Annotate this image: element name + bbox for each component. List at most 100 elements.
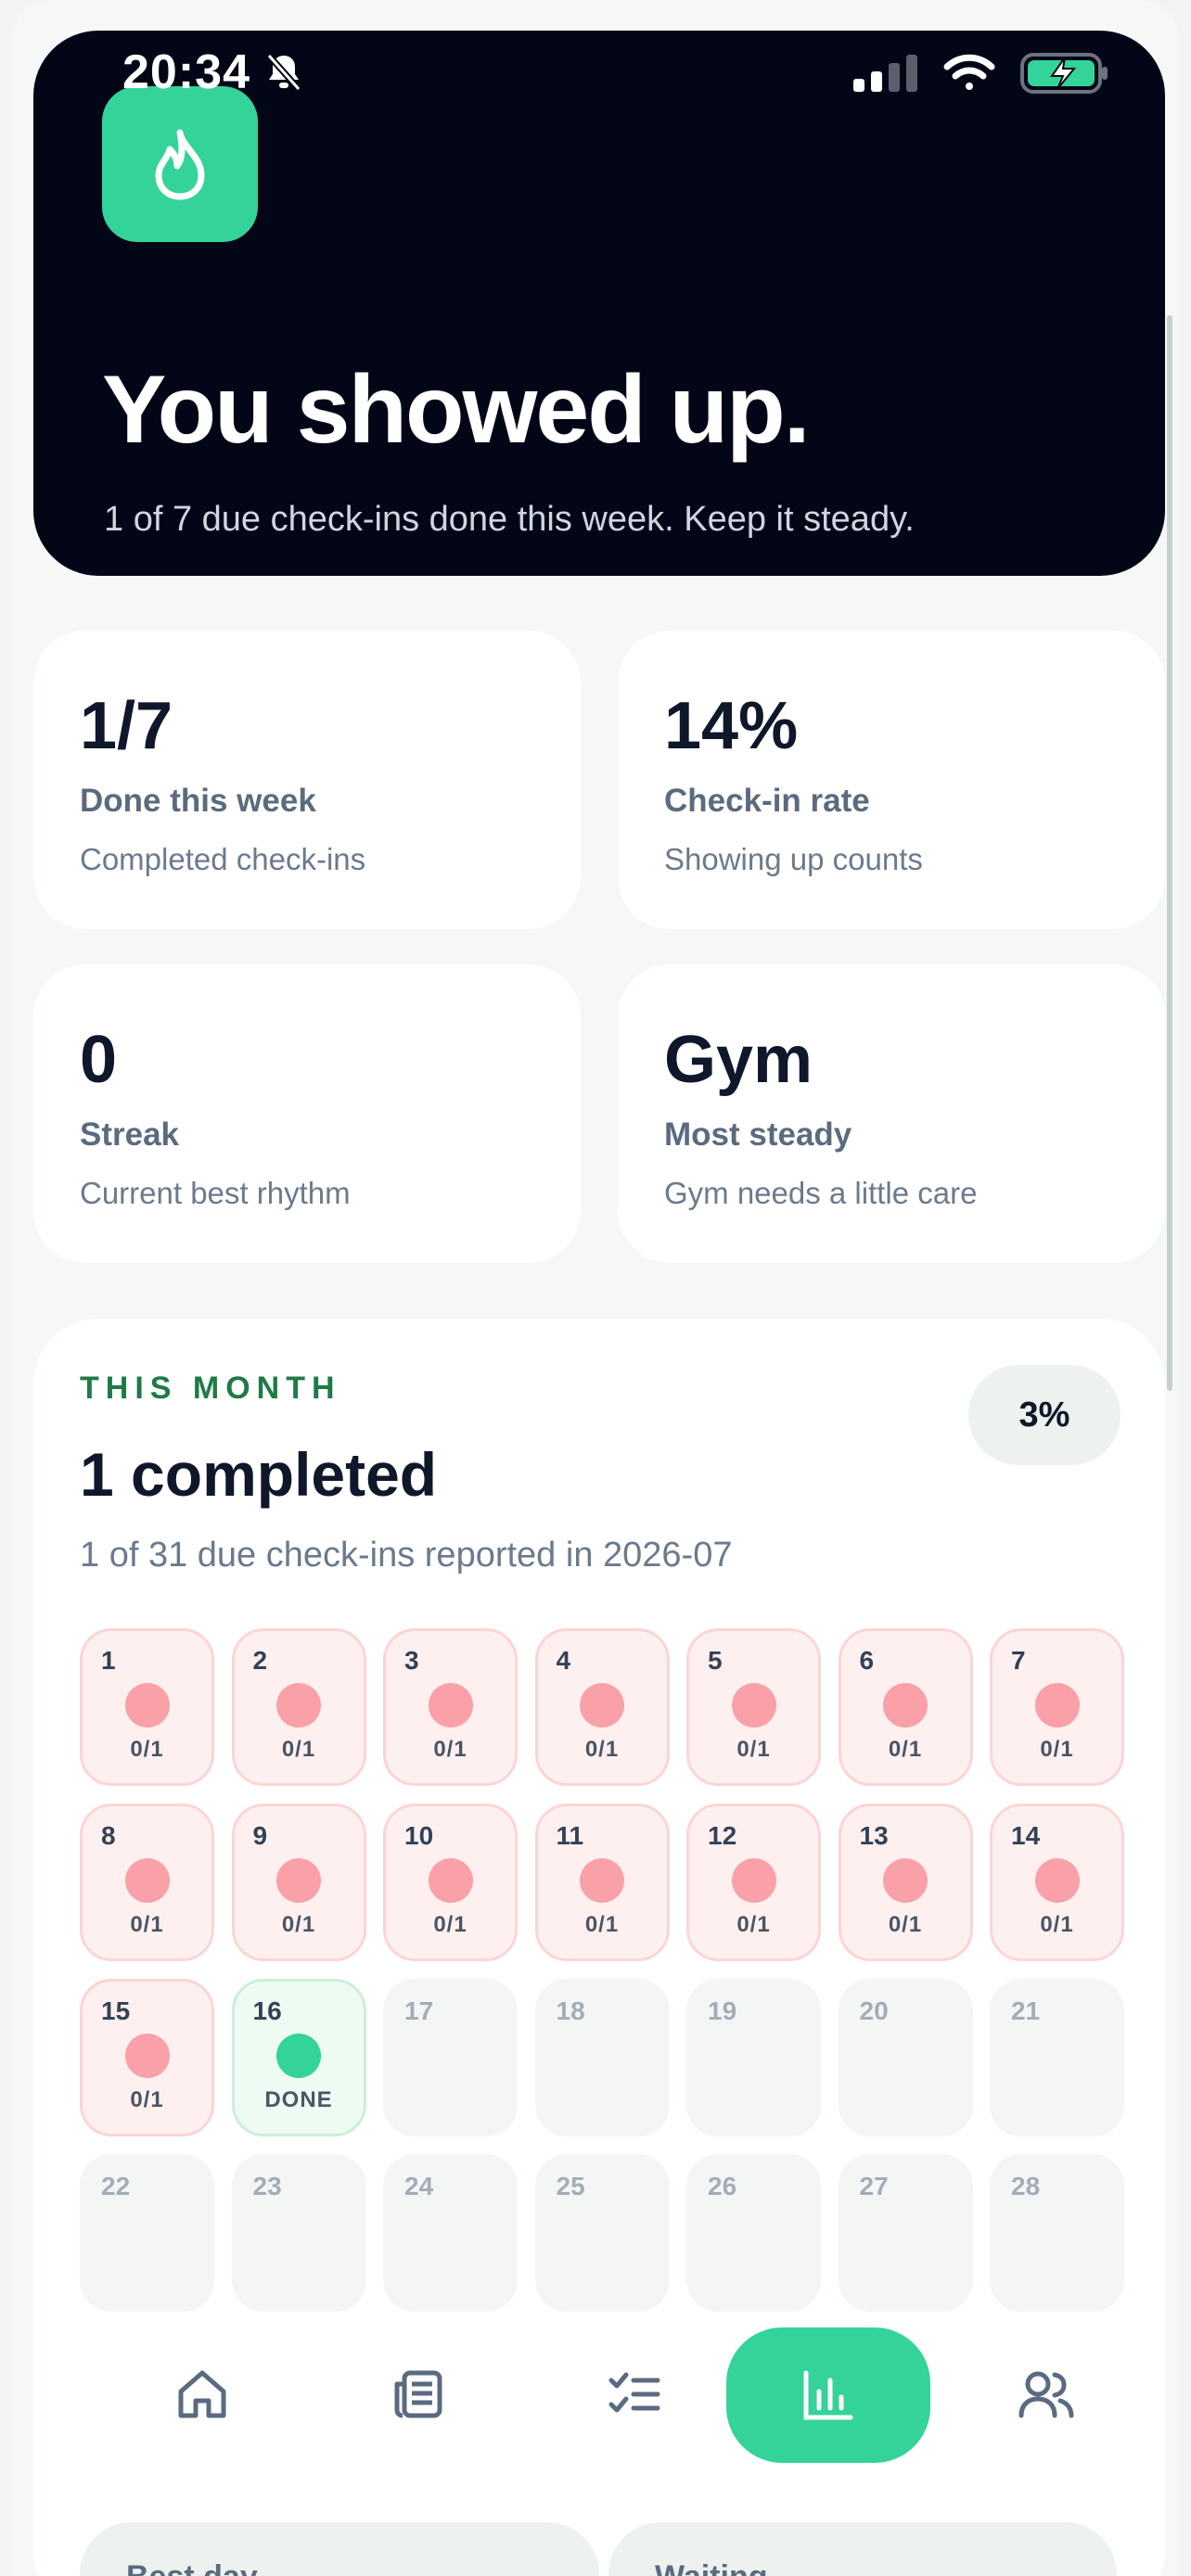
calendar-day[interactable]: 11 0/1	[534, 1804, 670, 1961]
calendar-day[interactable]: 16 DONE	[231, 1979, 366, 2136]
stat-description: Showing up counts	[664, 842, 923, 876]
calendar-day[interactable]: 23	[231, 2154, 366, 2312]
calendar-day-status: 0/1	[130, 1912, 164, 1937]
calendar-day-number: 25	[556, 2172, 585, 2200]
month-eyebrow: THIS MONTH	[80, 1371, 341, 1406]
missed-dot-icon	[731, 1858, 776, 1903]
calendar-day-number: 5	[708, 1646, 723, 1675]
calendar-day-status: 0/1	[736, 1737, 771, 1762]
month-headline: 1 completed	[80, 1440, 438, 1509]
calendar-day-status: 0/1	[130, 1737, 164, 1762]
calendar-day-number: 4	[556, 1646, 571, 1675]
calendar-day-number: 8	[101, 1821, 116, 1850]
users-icon	[1018, 2371, 1074, 2418]
calendar-day-number: 1	[101, 1646, 116, 1675]
missed-dot-icon	[883, 1683, 928, 1728]
calendar-day-status: 0/1	[888, 1737, 923, 1762]
calendar-day[interactable]: 24	[383, 2154, 518, 2312]
missed-dot-icon	[731, 1683, 776, 1728]
calendar-day[interactable]: 21	[990, 1979, 1124, 2136]
stat-description: Completed check-ins	[80, 842, 366, 876]
calendar-day-number: 16	[252, 1996, 282, 2025]
waiting-card: Waiting	[608, 2522, 1117, 2576]
stat-description: Gym needs a little care	[664, 1176, 978, 1210]
calendar-day-number: 2	[252, 1646, 268, 1675]
calendar-day[interactable]: 19	[686, 1979, 821, 2136]
missed-dot-icon	[124, 1683, 170, 1728]
calendar-day[interactable]: 18	[534, 1979, 670, 2136]
done-dot-icon	[276, 2034, 321, 2078]
best-day-label: Best day	[126, 2559, 258, 2576]
calendar-day[interactable]: 10 0/1	[383, 1804, 518, 1961]
calendar-day-number: 15	[101, 1996, 131, 2025]
calendar-day-status: 0/1	[433, 1737, 467, 1762]
missed-dot-icon	[276, 1858, 321, 1903]
missed-dot-icon	[883, 1858, 928, 1903]
bottom-navigation	[33, 2318, 1165, 2476]
calendar-day-number: 23	[252, 2172, 282, 2200]
calendar-day[interactable]: 8 0/1	[80, 1804, 214, 1961]
calendar-day-number: 3	[404, 1646, 419, 1675]
calendar-day-number: 22	[101, 2172, 131, 2200]
home-icon	[178, 2370, 226, 2418]
calendar-day[interactable]: 26	[686, 2154, 821, 2312]
calendar-day[interactable]: 6 0/1	[838, 1628, 973, 1786]
hero-card: You showed up. 1 of 7 due check-ins done…	[33, 31, 1165, 576]
calendar-day-number: 13	[859, 1821, 889, 1850]
calendar-day[interactable]: 2 0/1	[231, 1628, 366, 1786]
missed-dot-icon	[276, 1683, 321, 1728]
missed-dot-icon	[1034, 1683, 1080, 1728]
flame-icon	[102, 86, 258, 242]
signal-icon	[853, 55, 917, 92]
nav-friends[interactable]	[991, 2339, 1102, 2450]
calendar-day-number: 24	[404, 2172, 434, 2200]
calendar-day-number: 17	[404, 1996, 434, 2025]
stat-card-most-steady: Gym Most steady Gym needs a little care	[618, 964, 1165, 1263]
missed-dot-icon	[428, 1683, 473, 1728]
calendar-day[interactable]: 14 0/1	[990, 1804, 1124, 1961]
calendar-day[interactable]: 28	[990, 2154, 1124, 2312]
calendar-day[interactable]: 5 0/1	[686, 1628, 821, 1786]
scrollbar[interactable]	[1167, 315, 1172, 1391]
nav-checklist[interactable]	[579, 2339, 690, 2450]
nav-journal[interactable]	[363, 2339, 474, 2450]
stat-label: Done this week	[80, 783, 316, 819]
wifi-icon	[943, 54, 995, 90]
stat-card-streak: 0 Streak Current best rhythm	[33, 964, 581, 1263]
calendar-day[interactable]: 9 0/1	[231, 1804, 366, 1961]
calendar-day[interactable]: 13 0/1	[838, 1804, 973, 1961]
calendar-day[interactable]: 20	[838, 1979, 973, 2136]
calendar-day-status: 0/1	[281, 1912, 316, 1937]
calendar-day[interactable]: 17	[383, 1979, 518, 2136]
best-day-card: Best day	[80, 2522, 599, 2576]
calendar-day[interactable]: 12 0/1	[686, 1804, 821, 1961]
bell-slash-icon	[266, 53, 301, 92]
calendar-day[interactable]: 15 0/1	[80, 1979, 214, 2136]
calendar-day[interactable]: 7 0/1	[990, 1628, 1124, 1786]
calendar-day-status: 0/1	[130, 2087, 164, 2112]
stat-label: Most steady	[664, 1116, 852, 1153]
missed-dot-icon	[580, 1683, 624, 1728]
calendar-day[interactable]: 27	[838, 2154, 973, 2312]
calendar-day[interactable]: 22	[80, 2154, 214, 2312]
nav-home[interactable]	[147, 2339, 258, 2450]
calendar-day[interactable]: 3 0/1	[383, 1628, 518, 1786]
stat-value: Gym	[664, 1023, 813, 1097]
calendar-day-number: 19	[708, 1996, 737, 2025]
calendar-day-number: 20	[859, 1996, 889, 2025]
stat-label: Check-in rate	[664, 783, 870, 819]
nav-stats[interactable]	[726, 2327, 930, 2463]
calendar-day[interactable]: 4 0/1	[534, 1628, 670, 1786]
stat-label: Streak	[80, 1116, 180, 1153]
calendar-day-number: 9	[252, 1821, 268, 1850]
status-bar-time: 20:34	[122, 45, 304, 100]
calendar-day-number: 14	[1011, 1821, 1041, 1850]
missed-dot-icon	[124, 2034, 170, 2078]
calendar-day-number: 18	[556, 1996, 585, 2025]
calendar-day-number: 28	[1011, 2172, 1041, 2200]
calendar-day-status: 0/1	[888, 1912, 923, 1937]
month-subtitle: 1 of 31 due check-ins reported in 2026-0…	[80, 1536, 733, 1575]
calendar-day[interactable]: 1 0/1	[80, 1628, 214, 1786]
calendar-day[interactable]: 25	[534, 2154, 670, 2312]
battery-charging-icon	[1020, 53, 1108, 94]
